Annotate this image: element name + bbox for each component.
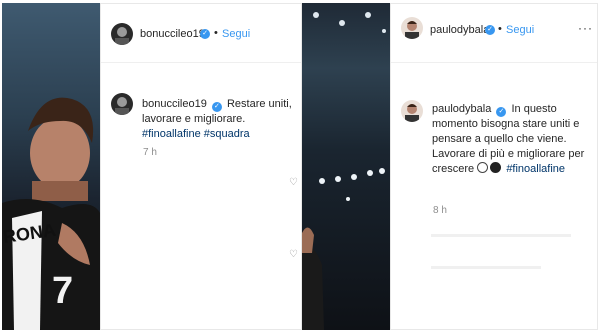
post-time: 7 h	[143, 147, 157, 158]
caption-username[interactable]: bonucci­leo19	[142, 98, 207, 110]
verified-badge-icon: ✓	[485, 25, 495, 35]
verified-badge-icon: ✓	[211, 102, 222, 112]
avatar-image	[115, 97, 129, 115]
avatar-image	[405, 104, 419, 122]
post-caption-1: bonucci­leo19 ✓ Restare uniti, lavorare …	[142, 97, 302, 142]
verified-badge-icon: ✓	[200, 29, 210, 39]
comment-avatar-dybala[interactable]	[401, 100, 423, 122]
avatar-bonucci[interactable]	[111, 23, 133, 45]
avatar-image	[405, 21, 419, 39]
caption-username[interactable]: paulodybala	[432, 103, 491, 115]
white-circle-emoji	[477, 162, 489, 173]
post-username[interactable]: bonucci­leo19	[140, 28, 205, 40]
heart-icon[interactable]: ♡	[289, 249, 298, 260]
screenshot-collage: RONA 7 bonucci­leo19 ✓ • Segui bonucci­l…	[0, 0, 600, 333]
post-username[interactable]: paulodybala	[430, 24, 489, 36]
post-caption-2: paulodybala ✓ In questo momento bisogna …	[432, 102, 596, 177]
hashtag-link[interactable]: #finoallafine	[142, 128, 201, 140]
player-photo-illustration: RONA 7	[2, 97, 100, 330]
post-photo-2	[302, 3, 392, 330]
more-options-icon[interactable]: ···	[578, 21, 593, 35]
follow-button[interactable]: Segui	[222, 28, 250, 40]
hashtag-link[interactable]: #squadra	[204, 128, 250, 140]
post-photo-1: RONA 7	[2, 3, 100, 330]
avatar-image	[115, 27, 129, 45]
heart-icon[interactable]: ♡	[289, 177, 298, 188]
post-header-1: bonucci­leo19 ✓ • Segui	[101, 4, 301, 63]
faded-comment-line	[431, 234, 571, 237]
comment-avatar-bonucci[interactable]	[111, 93, 133, 115]
svg-text:7: 7	[52, 270, 73, 312]
follow-button[interactable]: Segui	[506, 24, 534, 36]
stadium-photo-illustration	[302, 12, 386, 330]
hashtag-link[interactable]: #finoallafine	[506, 163, 565, 175]
post-panel-1: bonucci­leo19 ✓ • Segui bonucci­leo19 ✓ …	[100, 3, 302, 330]
verified-badge-icon: ✓	[496, 107, 507, 117]
post-time: 8 h	[433, 205, 447, 216]
black-circle-emoji	[490, 162, 502, 173]
separator-dot: •	[214, 27, 218, 39]
faded-comment-line	[431, 266, 541, 269]
post-panel-2: paulodybala ✓ • Segui ··· paulodybala ✓ …	[390, 3, 598, 330]
avatar-dybala[interactable]	[401, 17, 423, 39]
separator-dot: •	[498, 23, 502, 35]
post-header-2: paulodybala ✓ • Segui ···	[391, 4, 597, 63]
